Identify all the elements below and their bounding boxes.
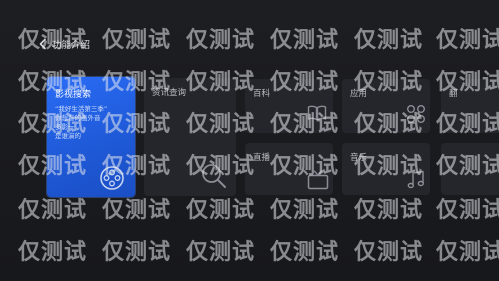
tv-feature-intro-screen: 功能介绍 影视搜索 “我好生活第三季” 你想看的画外音 多影一 是谁演的 资讯查… [0, 0, 499, 281]
feature-card-movie-search[interactable]: 影视搜索 “我好生活第三季” 你想看的画外音 多影一 是谁演的 [47, 77, 135, 197]
watermark-text: 仅测试 [186, 240, 256, 265]
watermark-text: 仅测试 [354, 240, 424, 265]
description-line: 你想看的画外音 [55, 114, 101, 122]
film-reel-icon [100, 166, 124, 190]
tv-icon [307, 170, 329, 190]
feature-card-label: 资讯查询 [152, 88, 187, 98]
feature-card-label: 百科 [253, 89, 271, 99]
watermark-text: 仅测试 [18, 240, 88, 265]
watermark-text: 仅测试 [186, 28, 256, 53]
search-icon [202, 164, 226, 188]
watermark-text: 仅测试 [354, 198, 424, 223]
apps-grid-icon [407, 105, 425, 123]
feature-card-info-query[interactable]: 资讯查询 [144, 78, 236, 196]
watermark-text: 仅测试 [436, 198, 499, 223]
feature-card-next-partial-2[interactable] [441, 143, 499, 195]
watermark-text: 仅测试 [436, 240, 499, 265]
description-line: 多影一 [55, 123, 75, 131]
feature-card-music[interactable]: 音乐 [342, 143, 430, 195]
feature-card-label: 音乐 [350, 153, 368, 163]
watermark-text: 仅测试 [102, 240, 172, 265]
description-line: 是谁演的 [55, 132, 81, 140]
watermark-text: 仅测试 [436, 28, 499, 53]
chevron-left-icon[interactable] [38, 38, 48, 50]
watermark-text: 仅测试 [186, 198, 256, 223]
feature-card-encyclopedia[interactable]: 百科 [245, 79, 333, 133]
watermark-text: 仅测试 [354, 28, 424, 53]
feature-card-apps[interactable]: 应用 [342, 79, 430, 133]
description-line: “我好生活第三季” [55, 105, 108, 113]
feature-card-label: 翻 [449, 89, 458, 99]
watermark-text: 仅测试 [270, 240, 340, 265]
page-title: 功能介绍 [52, 40, 91, 51]
feature-card-label: 应用 [350, 89, 368, 99]
feature-card-label: 直播 [253, 153, 271, 163]
page-header: 功能介绍 [38, 36, 90, 52]
feature-card-next-partial[interactable]: 翻 [441, 79, 499, 133]
feature-card-description: “我好生活第三季” 你想看的画外音 多影一 是谁演的 [55, 105, 129, 141]
watermark-text: 仅测试 [102, 28, 172, 53]
feature-card-label: 影视搜索 [55, 90, 92, 100]
book-icon [307, 105, 327, 121]
feature-card-live[interactable]: 直播 [245, 143, 333, 195]
music-note-icon [407, 170, 425, 189]
watermark-text: 仅测试 [270, 198, 340, 223]
watermark-text: 仅测试 [270, 28, 340, 53]
